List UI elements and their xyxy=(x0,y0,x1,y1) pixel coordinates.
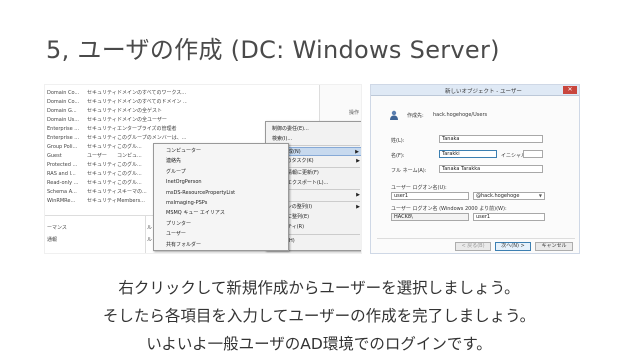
close-icon[interactable]: ✕ xyxy=(563,86,577,94)
chevron-down-icon: ▼ xyxy=(538,193,542,198)
submenu-item[interactable]: プリンター xyxy=(154,220,290,229)
caption-line: 右クリックして新規作成からユーザーを選択しましょう。 xyxy=(118,279,520,297)
bottom-panel-text: 通報 xyxy=(47,237,58,243)
domain-select-value: @hack.hogehoge xyxy=(476,193,520,199)
chevron-right-icon: ▶ xyxy=(355,149,359,155)
logon-name-field[interactable]: user1 xyxy=(391,192,469,200)
list-cell: Domain G... xyxy=(47,108,77,114)
list-cell: Guest xyxy=(47,153,62,159)
list-item[interactable]: Domain G... セキュリティ グル...ドメインの全ゲスト xyxy=(47,107,187,115)
list-item[interactable]: Domain Us... セキュリティ グル...ドメインの全ユーザー xyxy=(47,116,187,124)
new-object-submenu: コンピューター 連絡先グループ InetOrgPerson msDS-Resource… xyxy=(153,143,289,251)
list-cell: セキュリティ グル... xyxy=(87,162,117,168)
context-menu-label: 検索(I)... xyxy=(272,136,293,142)
bottom-panel-text: ル xyxy=(147,225,153,231)
full-name-label: フル ネーム(A): xyxy=(391,168,427,174)
list-item[interactable]: Enterprise ... セキュリティ グル...このグループのメンバーは、.… xyxy=(47,134,187,142)
divider xyxy=(145,216,146,253)
caption-line: そしたら各項目を入力してユーザーの作成を完了しましょう。 xyxy=(102,307,536,325)
back-button[interactable]: < 戻る(B) xyxy=(455,242,491,251)
list-cell: エンタープライズの管理者 xyxy=(117,126,177,132)
chevron-right-icon: ▶ xyxy=(356,192,360,198)
list-cell: セキュリティ グル... xyxy=(87,180,117,186)
list-cell: Schema A... xyxy=(47,189,77,195)
chevron-right-icon: ▶ xyxy=(356,204,360,210)
list-cell: セキュリティ グル... xyxy=(87,198,117,204)
submenu-item[interactable]: MSMQ キュー エイリアス xyxy=(154,209,290,218)
new-user-dialog: 新しいオブジェクト - ユーザー ✕ 作成先: hack.hogehoge/Us… xyxy=(370,84,580,254)
dialog-titlebar: 新しいオブジェクト - ユーザー ✕ xyxy=(371,85,579,96)
first-name-label: 名(F): xyxy=(391,153,405,159)
list-cell: Group Poli... xyxy=(47,144,78,150)
list-cell: セキュリティ グル... xyxy=(87,90,117,96)
last-name-field[interactable]: Tanaka xyxy=(439,135,543,143)
initials-field[interactable] xyxy=(523,150,543,158)
list-cell: Enterprise ... xyxy=(47,135,80,141)
list-cell: ユーザー xyxy=(87,153,107,159)
caption-line: いよいよ一般ユーザのAD環境でのログインです。 xyxy=(146,335,492,353)
list-cell: セキュリティ グル... xyxy=(87,135,117,141)
list-cell: Protected ... xyxy=(47,162,78,168)
last-name-label: 姓(L): xyxy=(391,138,405,144)
pre2000-domain-field: HACK8\ xyxy=(391,213,469,221)
submenu-item[interactable]: msImaging-PSPs xyxy=(154,199,290,208)
chevron-right-icon: ▶ xyxy=(356,158,360,164)
list-cell: ドメインのすべてのドメイン ... xyxy=(117,99,187,105)
cancel-button[interactable]: キャンセル xyxy=(535,242,573,251)
user-icon xyxy=(390,110,398,120)
divider xyxy=(377,238,575,239)
create-in-label: 作成先: xyxy=(407,113,424,119)
actions-panel: 操作 xyxy=(319,85,361,121)
submenu-item[interactable]: msDS-ResourcePropertyList xyxy=(154,189,290,198)
submenu-item[interactable]: 共有フォルダー xyxy=(154,241,290,250)
pre2000-user-field[interactable]: user1 xyxy=(473,213,545,221)
context-menu-label: 制御の委任(E)... xyxy=(272,126,309,132)
full-name-field[interactable]: Tanaka Tarakka xyxy=(439,165,543,173)
logon-name-label: ユーザー ログオン名(U): xyxy=(391,185,447,191)
list-cell: セキュリティ グル... xyxy=(87,171,117,177)
next-button[interactable]: 次へ(N) > xyxy=(495,242,531,251)
submenu-item[interactable]: ユーザー xyxy=(154,230,290,239)
list-item[interactable]: Domain Co... セキュリティ グル...ドメインのすべてのドメイン ..… xyxy=(47,98,187,106)
list-cell: Domain Co... xyxy=(47,99,80,105)
dialog-title: 新しいオブジェクト - ユーザー xyxy=(445,89,522,95)
list-cell: Enterprise ... xyxy=(47,126,80,132)
pre2000-logon-label: ユーザー ログオン名 (Windows 2000 より前)(W): xyxy=(391,206,507,212)
list-cell: セキュリティ グル... xyxy=(87,144,117,150)
list-cell: ドメインの全ゲスト xyxy=(117,108,163,114)
list-item[interactable]: Domain Co... セキュリティ グル...ドメインのすべてのワークス... xyxy=(47,89,187,97)
submenu-item[interactable]: コンピューター xyxy=(154,147,290,156)
list-cell: セキュリティ グル... xyxy=(87,108,117,114)
list-cell: このグループのメンバーは、... xyxy=(117,135,187,141)
first-name-field[interactable]: Tarakki xyxy=(439,150,497,158)
slide-title: 5, ユーザの作成 (DC: Windows Server) xyxy=(46,36,500,64)
aduc-screenshot: Domain Co...セキュリティ グル...ドメインのすべてのワークス...… xyxy=(44,84,362,254)
submenu-item[interactable]: グループ xyxy=(154,168,290,177)
list-item[interactable]: Enterprise ... セキュリティ グル...エンタープライズの管理者 xyxy=(47,125,187,133)
submenu-item[interactable]: 連絡先 xyxy=(154,157,290,166)
dialog-body: 作成先: hack.hogehoge/Users 姓(L): Tanaka 名(… xyxy=(371,96,579,253)
list-cell: WinRMRe... xyxy=(47,198,76,204)
list-cell: Domain Us... xyxy=(47,117,80,123)
list-cell: Read-only ... xyxy=(47,180,79,186)
list-cell: Domain Co... xyxy=(47,90,80,96)
list-cell: セキュリティ グル... xyxy=(87,189,117,195)
submenu-item[interactable]: InetOrgPerson xyxy=(154,178,290,187)
list-cell: RAS and I... xyxy=(47,171,76,177)
list-cell: セキュリティ グル... xyxy=(87,126,117,132)
context-menu-item[interactable]: 制御の委任(E)... xyxy=(266,125,361,134)
domain-select[interactable]: @hack.hogehoge ▼ xyxy=(473,192,545,200)
bottom-panel-text: ーマンス xyxy=(47,225,67,231)
list-cell: ドメインの全ユーザー xyxy=(117,117,167,123)
list-cell: セキュリティ グル... xyxy=(87,117,117,123)
create-in-value: hack.hogehoge/Users xyxy=(433,112,488,118)
list-cell: ドメインのすべてのワークス... xyxy=(117,90,187,96)
actions-panel-header: 操作 xyxy=(348,110,359,116)
bottom-panel-text: ル xyxy=(147,237,153,243)
list-cell: セキュリティ グル... xyxy=(87,99,117,105)
